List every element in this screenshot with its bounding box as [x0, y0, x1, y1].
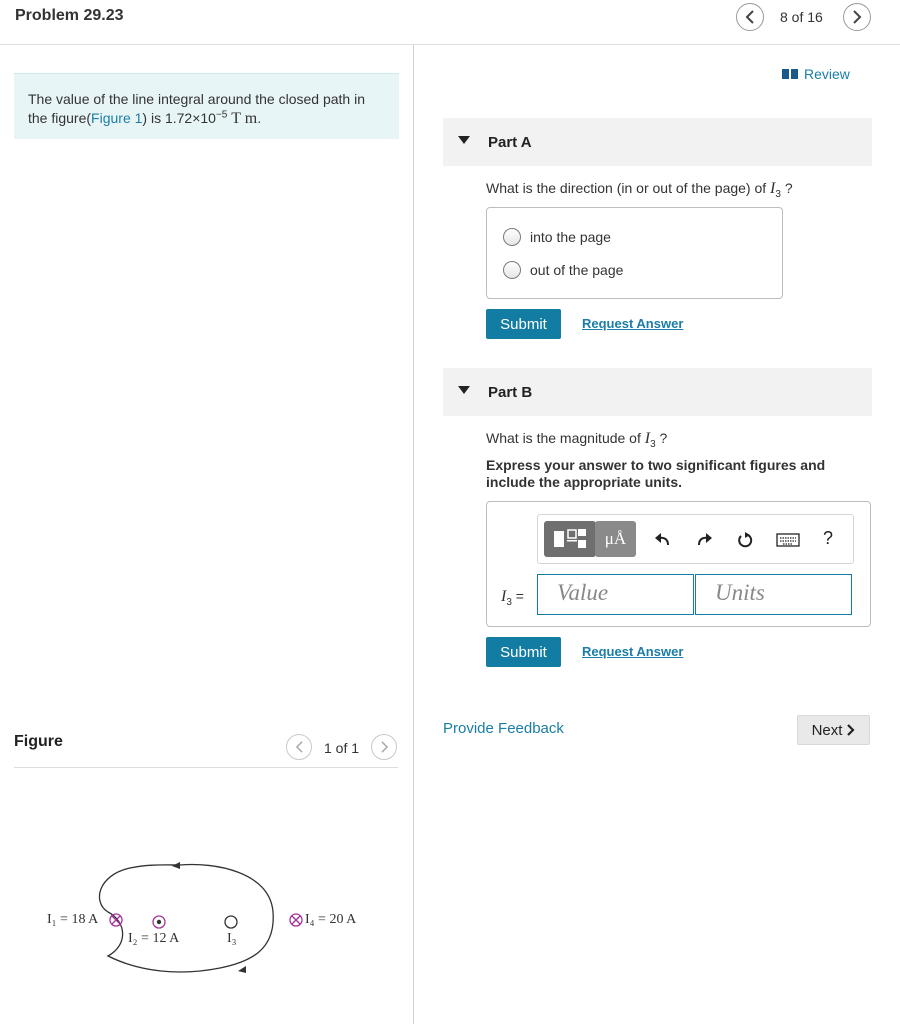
part-b-answer-box: μÅ ? I3 = Value Units [486, 501, 871, 627]
statement-unit: T m [231, 110, 258, 127]
figure-title: Figure [14, 733, 63, 750]
units-button[interactable]: μÅ [595, 521, 636, 557]
units-button-label: μÅ [604, 529, 627, 548]
part-a-header[interactable]: Part A [443, 118, 872, 166]
part-b-title: Part B [488, 384, 533, 401]
part-a-submit-button[interactable]: Submit [486, 309, 561, 339]
chevron-left-icon [745, 10, 754, 24]
chevron-right-icon [847, 724, 855, 736]
figure-link[interactable]: Figure 1 [91, 110, 142, 126]
figure-header: Figure 1 of 1 [14, 728, 398, 768]
answer-variable-label: I3 = [501, 588, 524, 608]
choice-label: out of the page [530, 262, 624, 278]
collapse-triangle-icon [458, 136, 470, 144]
part-a-question: What is the direction (in or out of the … [486, 180, 793, 200]
part-b-request-answer-link[interactable]: Request Answer [582, 644, 683, 659]
part-a-request-answer-link[interactable]: Request Answer [582, 316, 683, 331]
provide-feedback-link[interactable]: Provide Feedback [443, 720, 564, 737]
label-i4: I₄ = 20 A [305, 912, 357, 927]
pane-divider[interactable] [413, 45, 414, 1024]
book-icon [782, 69, 798, 79]
part-b-instruction: Express your answer to two significant f… [486, 457, 826, 490]
statement-value: ) is 1.72×10 [142, 110, 216, 126]
redo-icon[interactable] [693, 529, 715, 551]
part-b-submit-button[interactable]: Submit [486, 637, 561, 667]
templates-button[interactable] [544, 521, 596, 557]
part-a-choices: into the page out of the page [486, 207, 783, 299]
chevron-right-icon [380, 741, 388, 753]
next-problem-button[interactable] [843, 3, 871, 31]
review-link[interactable]: Review [782, 66, 850, 82]
unknown-current-circle [224, 915, 238, 929]
problem-title: Problem 29.23 [15, 7, 124, 24]
label-i1: I₁ = 18 A [47, 912, 99, 927]
label-i3: I₃ [227, 931, 237, 946]
part-b-question-text: What is the magnitude of [486, 430, 645, 446]
next-button-label: Next [811, 721, 843, 739]
current-out-of-page-icon [152, 915, 166, 929]
chevron-right-icon [853, 10, 862, 24]
part-a-question-text: What is the direction (in or out of the … [486, 180, 771, 196]
label-i2: I₂ = 12 A [128, 931, 180, 946]
figure-diagram: I₁ = 18 A I₂ = 12 A I₃ I₄ = 20 A [30, 850, 390, 990]
prev-problem-button[interactable] [736, 3, 764, 31]
header-bar: Problem 29.23 8 of 16 [0, 0, 900, 45]
answer-equals: = [511, 588, 524, 604]
statement-exponent: −5 [215, 109, 228, 121]
choice-out-of-page[interactable]: out of the page [503, 261, 623, 279]
current-into-page-icon [109, 913, 123, 927]
radio-button[interactable] [503, 228, 521, 246]
units-input[interactable]: Units [695, 574, 852, 615]
figure-count: 1 of 1 [324, 740, 360, 756]
choice-label: into the page [530, 229, 611, 245]
help-button[interactable]: ? [823, 528, 833, 549]
radio-button[interactable] [503, 261, 521, 279]
part-a-question-end: ? [780, 180, 793, 196]
problem-page-count: 8 of 16 [780, 9, 823, 25]
next-button[interactable]: Next [797, 715, 870, 745]
prev-figure-button[interactable] [286, 734, 312, 760]
math-toolbar: μÅ ? [537, 514, 854, 564]
choice-into-page[interactable]: into the page [503, 228, 611, 246]
templates-icon [554, 529, 586, 548]
review-label: Review [804, 66, 850, 82]
part-b-question: What is the magnitude of I3 ? [486, 430, 667, 450]
part-b-question-end: ? [655, 430, 668, 446]
keyboard-icon[interactable] [775, 529, 801, 551]
statement-period: . [257, 110, 262, 126]
problem-statement: The value of the line integral around th… [14, 73, 399, 139]
next-figure-button[interactable] [371, 734, 397, 760]
value-input[interactable]: Value [537, 574, 694, 615]
chevron-left-icon [295, 741, 303, 753]
reset-icon[interactable] [734, 529, 756, 551]
part-b-header[interactable]: Part B [443, 368, 872, 416]
collapse-triangle-icon [458, 386, 470, 394]
undo-icon[interactable] [652, 529, 674, 551]
current-into-page-icon [289, 913, 303, 927]
part-a-title: Part A [488, 134, 532, 151]
